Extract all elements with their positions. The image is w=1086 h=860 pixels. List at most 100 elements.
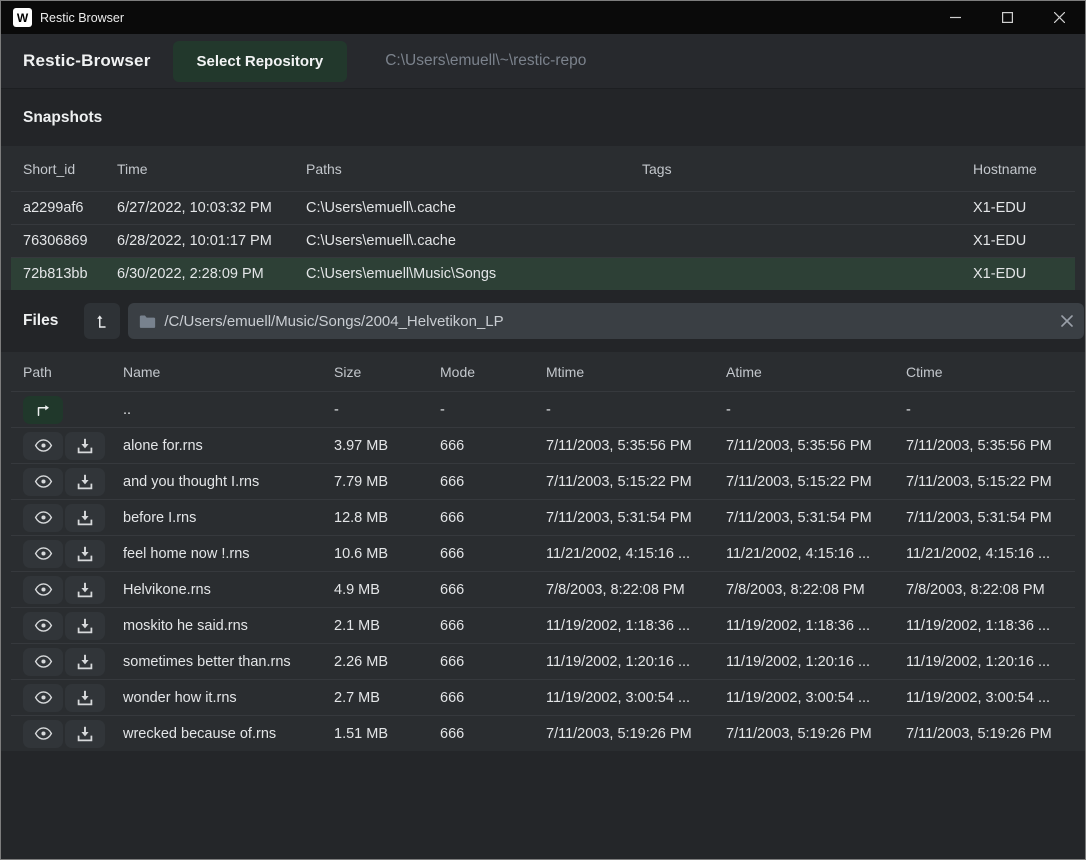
file-mtime: 7/8/2003, 8:22:08 PM (546, 582, 726, 598)
file-actions (23, 540, 123, 568)
column-header-mode[interactable]: Mode (440, 364, 546, 380)
snapshot-row[interactable]: a2299af6 6/27/2022, 10:03:32 PM C:\Users… (11, 191, 1075, 224)
file-row: and you thought I.rns 7.79 MB 666 7/11/2… (11, 463, 1075, 499)
snapshot-hostname: X1-EDU (973, 200, 1075, 216)
select-repository-button[interactable]: Select Repository (173, 41, 348, 82)
file-mode: 666 (440, 690, 546, 706)
file-mode: 666 (440, 546, 546, 562)
eye-icon (34, 654, 53, 669)
file-ctime: 7/11/2003, 5:19:26 PM (906, 726, 1075, 742)
file-ctime: 11/19/2002, 1:18:36 ... (906, 618, 1075, 634)
download-file-button[interactable] (65, 504, 105, 532)
column-header-paths[interactable]: Paths (306, 161, 642, 177)
snapshot-short-id: a2299af6 (23, 200, 117, 216)
file-atime: 11/19/2002, 1:20:16 ... (726, 654, 906, 670)
file-ctime: 11/21/2002, 4:15:16 ... (906, 546, 1075, 562)
column-header-size[interactable]: Size (334, 364, 440, 380)
eye-icon (34, 582, 53, 597)
file-name: and you thought I.rns (123, 474, 334, 490)
column-header-time[interactable]: Time (117, 161, 306, 177)
preview-file-button[interactable] (23, 684, 63, 712)
column-header-name[interactable]: Name (123, 364, 334, 380)
file-ctime: 7/11/2003, 5:31:54 PM (906, 510, 1075, 526)
file-mode: - (440, 402, 546, 418)
file-ctime: 11/19/2002, 1:20:16 ... (906, 654, 1075, 670)
files-pathbar (128, 303, 1084, 339)
download-file-button[interactable] (65, 648, 105, 676)
download-file-button[interactable] (65, 576, 105, 604)
preview-file-button[interactable] (23, 648, 63, 676)
snapshots-section-header: Snapshots (1, 89, 1085, 146)
file-mtime: 11/19/2002, 3:00:54 ... (546, 690, 726, 706)
files-path-input[interactable] (164, 313, 1050, 330)
preview-file-button[interactable] (23, 576, 63, 604)
preview-file-button[interactable] (23, 468, 63, 496)
file-name: before I.rns (123, 510, 334, 526)
snapshot-short-id: 72b813bb (23, 266, 117, 282)
file-row: alone for.rns 3.97 MB 666 7/11/2003, 5:3… (11, 427, 1075, 463)
download-icon (77, 726, 93, 742)
file-mode: 666 (440, 618, 546, 634)
column-header-atime[interactable]: Atime (726, 364, 906, 380)
maximize-button[interactable] (981, 1, 1033, 34)
file-size: 10.6 MB (334, 546, 440, 562)
eye-icon (34, 726, 53, 741)
file-atime: 11/21/2002, 4:15:16 ... (726, 546, 906, 562)
snapshot-row[interactable]: 76306869 6/28/2022, 10:01:17 PM C:\Users… (11, 224, 1075, 257)
file-actions (23, 432, 123, 460)
file-row: sometimes better than.rns 2.26 MB 666 11… (11, 643, 1075, 679)
up-to-root-button[interactable] (84, 303, 120, 339)
column-header-hostname[interactable]: Hostname (973, 161, 1075, 177)
preview-file-button[interactable] (23, 612, 63, 640)
file-name: Helvikone.rns (123, 582, 334, 598)
column-header-short-id[interactable]: Short_id (23, 161, 117, 177)
column-header-path[interactable]: Path (23, 364, 123, 380)
clear-path-button[interactable] (1050, 303, 1084, 339)
download-file-button[interactable] (65, 684, 105, 712)
file-row: Helvikone.rns 4.9 MB 666 7/8/2003, 8:22:… (11, 571, 1075, 607)
download-icon (77, 546, 93, 562)
file-name: .. (123, 402, 334, 418)
file-mtime: 7/11/2003, 5:35:56 PM (546, 438, 726, 454)
file-mtime: 7/11/2003, 5:31:54 PM (546, 510, 726, 526)
download-file-button[interactable] (65, 720, 105, 748)
file-actions (23, 720, 123, 748)
snapshot-row-selected[interactable]: 72b813bb 6/30/2022, 2:28:09 PM C:\Users\… (11, 257, 1075, 290)
file-ctime: - (906, 402, 1075, 418)
file-name: alone for.rns (123, 438, 334, 454)
file-size: 2.26 MB (334, 654, 440, 670)
file-actions (23, 612, 123, 640)
preview-file-button[interactable] (23, 504, 63, 532)
folder-icon (139, 314, 156, 329)
download-icon (77, 654, 93, 670)
file-mode: 666 (440, 510, 546, 526)
file-mode: 666 (440, 438, 546, 454)
file-name: moskito he said.rns (123, 618, 334, 634)
snapshot-short-id: 76306869 (23, 233, 117, 249)
snapshots-title: Snapshots (23, 109, 102, 127)
minimize-button[interactable] (929, 1, 981, 34)
download-file-button[interactable] (65, 468, 105, 496)
file-name: feel home now !.rns (123, 546, 334, 562)
preview-file-button[interactable] (23, 720, 63, 748)
file-actions (23, 576, 123, 604)
column-header-ctime[interactable]: Ctime (906, 364, 1075, 380)
file-mtime: 7/11/2003, 5:19:26 PM (546, 726, 726, 742)
snapshots-table: Short_id Time Paths Tags Hostname a2299a… (1, 146, 1085, 290)
file-mode: 666 (440, 654, 546, 670)
eye-icon (34, 690, 53, 705)
preview-file-button[interactable] (23, 540, 63, 568)
file-mtime: - (546, 402, 726, 418)
download-file-button[interactable] (65, 540, 105, 568)
file-size: 2.7 MB (334, 690, 440, 706)
column-header-tags[interactable]: Tags (642, 161, 973, 177)
file-row: wonder how it.rns 2.7 MB 666 11/19/2002,… (11, 679, 1075, 715)
download-file-button[interactable] (65, 612, 105, 640)
go-parent-dir-button[interactable] (23, 396, 63, 424)
column-header-mtime[interactable]: Mtime (546, 364, 726, 380)
close-button[interactable] (1033, 1, 1085, 34)
snapshot-paths: C:\Users\emuell\.cache (306, 200, 642, 216)
preview-file-button[interactable] (23, 432, 63, 460)
download-file-button[interactable] (65, 432, 105, 460)
snapshot-paths: C:\Users\emuell\Music\Songs (306, 266, 642, 282)
